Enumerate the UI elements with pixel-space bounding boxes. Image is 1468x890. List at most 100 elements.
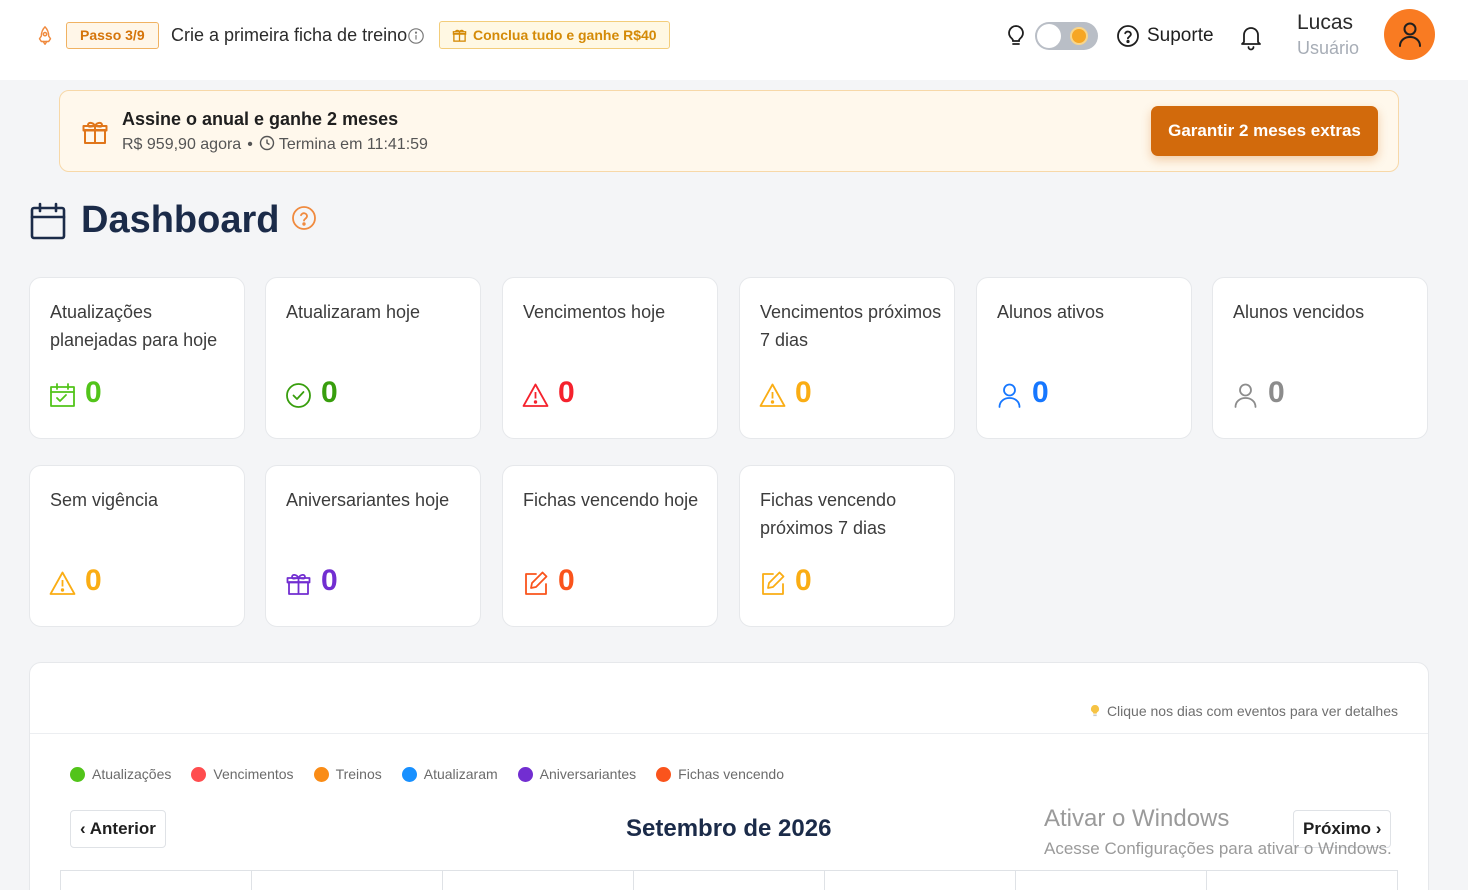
reward-badge[interactable]: Conclua tudo e ganhe R$40 [439, 21, 670, 49]
promo-subtitle: R$ 959,90 agora • Termina em 11:41:59 [122, 135, 428, 154]
card-birthdays-today[interactable]: Aniversariantes hoje 0 [265, 465, 481, 627]
warning-icon [49, 571, 76, 595]
calendar-grid-line [824, 870, 825, 890]
windows-activation-subtitle: Acesse Configurações para ativar o Windo… [1044, 839, 1392, 858]
card-value: 0 [795, 376, 812, 409]
legend-dot [191, 766, 207, 782]
clock-icon [259, 135, 275, 151]
card-value: 0 [558, 564, 575, 597]
card-value: 0 [1268, 376, 1285, 409]
user-icon [998, 383, 1021, 408]
bulb-icon [1090, 704, 1099, 717]
promo-title: Assine o anual e ganhe 2 meses [122, 109, 399, 129]
promo-price: R$ 959,90 agora [122, 136, 242, 153]
card-label: Fichas vencendo próximos 7 dias [760, 490, 897, 538]
legend-item: Atualizações [70, 765, 171, 783]
bulb-icon[interactable] [1005, 23, 1027, 49]
card-label: Fichas vencendo hoje [523, 490, 699, 510]
user-icon [1399, 22, 1421, 47]
avatar[interactable] [1384, 9, 1435, 60]
legend-dot [656, 766, 672, 782]
onboarding-step-text[interactable]: Crie a primeira ficha de treino [171, 24, 407, 46]
edit-icon [762, 571, 785, 595]
card-label: Alunos ativos [997, 302, 1105, 322]
support-label: Suporte [1147, 25, 1214, 46]
calendar-icon [30, 202, 66, 240]
legend-item: Treinos [313, 765, 382, 783]
card-value: 0 [1032, 376, 1049, 409]
card-sheets-expiring-7-days[interactable]: Fichas vencendo próximos 7 dias 0 [739, 465, 955, 627]
legend-item: Vencimentos [191, 765, 294, 783]
promo-cta-button[interactable]: Garantir 2 meses extras [1151, 106, 1378, 156]
calendar-grid-header [60, 870, 1398, 871]
user-name[interactable]: Lucas [1297, 11, 1353, 35]
legend-item: Atualizaram [401, 765, 498, 783]
help-icon[interactable] [291, 205, 317, 231]
card-label: Atualizaram hoje [286, 302, 421, 322]
legend-label: Vencimentos [213, 766, 294, 782]
warning-icon [759, 383, 786, 407]
card-updated-today[interactable]: Atualizaram hoje 0 [265, 277, 481, 439]
card-value: 0 [321, 376, 338, 409]
card-due-today[interactable]: Vencimentos hoje 0 [502, 277, 718, 439]
legend-dot [313, 766, 329, 782]
gift-icon [286, 573, 311, 595]
calendar-grid-line [633, 870, 634, 890]
card-due-next-7-days[interactable]: Vencimentos próximos 7 dias 0 [739, 277, 955, 439]
card-value: 0 [558, 376, 575, 409]
card-value: 0 [85, 564, 102, 597]
calendar-grid-line [442, 870, 443, 890]
theme-toggle[interactable] [1035, 22, 1098, 50]
gift-icon [452, 29, 467, 42]
card-label: Vencimentos próximos 7 dias [760, 302, 942, 350]
card-sheets-expiring-today[interactable]: Fichas vencendo hoje 0 [502, 465, 718, 627]
calendar-hint-text: Clique nos dias com eventos para ver det… [1106, 703, 1398, 719]
legend-label: Atualizações [92, 766, 172, 782]
onboarding-step-badge[interactable]: Passo 3/9 [66, 22, 159, 49]
calendar-grid-line [1206, 870, 1207, 890]
legend-dot [401, 766, 417, 782]
legend-label: Fichas vencendo [678, 766, 784, 782]
windows-activation-title: Ativar o Windows [1044, 805, 1230, 832]
question-icon [1117, 25, 1139, 47]
top-bar: Passo 3/9 Crie a primeira ficha de trein… [0, 0, 1468, 80]
card-label: Sem vigência [50, 490, 159, 510]
info-icon[interactable] [407, 27, 425, 45]
calendar-check-icon [50, 383, 75, 407]
sun-icon [1072, 29, 1086, 43]
reward-badge-label: Conclua tudo e ganhe R$40 [473, 27, 657, 43]
legend-label: Aniversariantes [539, 766, 637, 782]
legend-label: Treinos [335, 766, 382, 782]
card-no-validity[interactable]: Sem vigência 0 [29, 465, 245, 627]
legend-label: Atualizaram [423, 766, 498, 782]
calendar-hint: Clique nos dias com eventos para ver det… [1089, 703, 1398, 719]
card-value: 0 [85, 376, 102, 409]
edit-icon [525, 571, 548, 595]
promo-separator: • [247, 136, 253, 153]
check-circle-icon [286, 383, 311, 408]
calendar-grid-line [60, 870, 61, 890]
divider [30, 733, 1428, 734]
legend-item: Aniversariantes [517, 765, 637, 783]
card-label: Vencimentos hoje [523, 302, 666, 322]
rocket-icon [38, 26, 52, 45]
calendar-grid-line [1397, 870, 1398, 890]
user-icon [1234, 383, 1257, 408]
card-planned-updates[interactable]: Atualizações planejadas para hoje 0 [29, 277, 245, 439]
card-value: 0 [321, 564, 338, 597]
card-expired-students[interactable]: Alunos vencidos 0 [1212, 277, 1428, 439]
legend-dot [70, 766, 85, 782]
bell-icon[interactable] [1238, 23, 1264, 51]
calendar-grid-line [251, 870, 252, 890]
toggle-knob [1037, 24, 1061, 48]
promo-timer: Termina em 11:41:59 [278, 136, 428, 153]
calendar-month-title: Setembro de 2026 [626, 815, 832, 842]
calendar-grid-line [1015, 870, 1016, 890]
card-active-students[interactable]: Alunos ativos 0 [976, 277, 1192, 439]
card-label: Alunos vencidos [1233, 302, 1365, 322]
card-label: Aniversariantes hoje [286, 490, 450, 510]
page-title-text: Dashboard [81, 199, 280, 241]
promo-banner: Assine o anual e ganhe 2 meses R$ 959,90… [59, 90, 1399, 172]
legend-item: Fichas vencendo [656, 765, 784, 783]
previous-month-button[interactable]: ‹ Anterior [70, 810, 166, 848]
